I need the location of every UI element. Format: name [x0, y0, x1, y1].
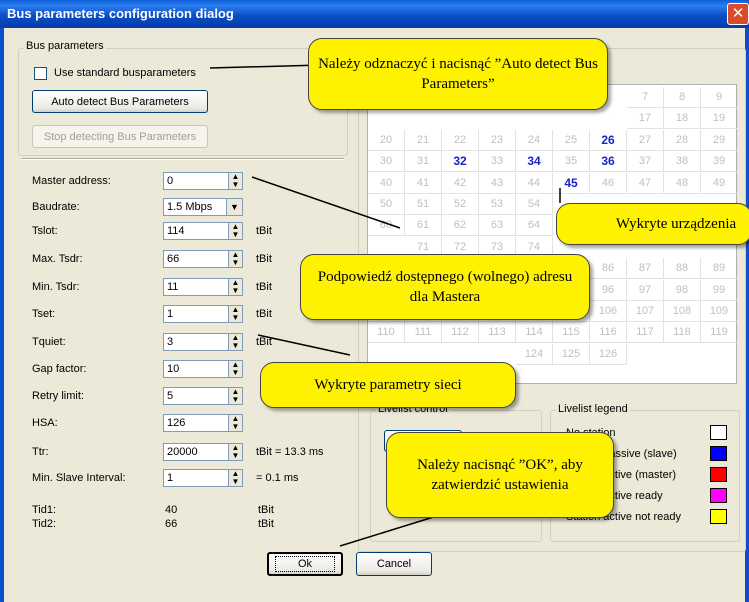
callout-master-hint: Podpowiedź dostępnego (wolnego) adresu d… [300, 254, 590, 320]
arrow-press-ok [339, 514, 441, 547]
callout-uncheck: Należy odznaczyć i nacisnąć ”Auto detect… [308, 38, 608, 110]
callout-devices: Wykryte urządzenia [556, 203, 749, 245]
callout-net-params: Wykryte parametry sieci [260, 362, 516, 408]
arrow-master-hint [251, 176, 401, 229]
dialog-window: Bus parameters configuration dialog ✕ Bu… [0, 0, 749, 602]
arrow-uncheck [209, 64, 323, 69]
callout-press-ok: Należy nacisnąć ”OK”, aby zatwierdzić us… [386, 432, 614, 518]
arrow-net-params [257, 334, 351, 356]
